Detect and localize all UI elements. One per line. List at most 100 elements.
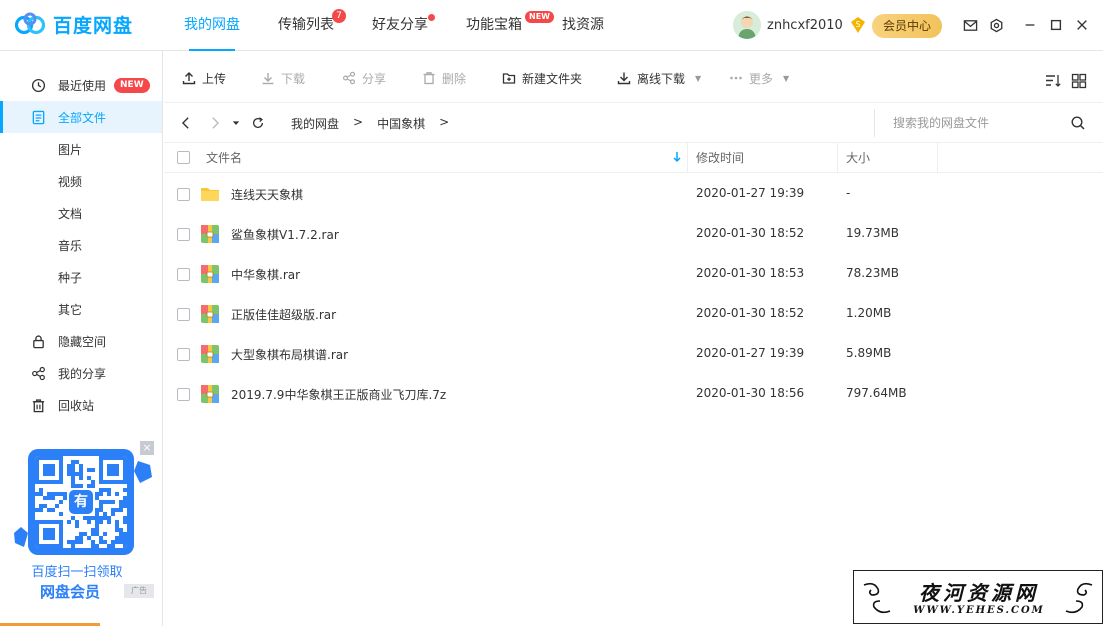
archive-file-icon xyxy=(201,385,219,403)
file-list: 连线天天象棋 2020-01-27 19:39 - 鲨鱼象棋V1.7.2.rar… xyxy=(164,174,1103,414)
sidebar-item-label: 回收站 xyxy=(58,398,95,413)
table-row[interactable]: 鲨鱼象棋V1.7.2.rar 2020-01-30 18:52 19.73MB xyxy=(164,214,1103,254)
new-folder-button[interactable]: 新建文件夹 xyxy=(502,69,582,87)
file-name[interactable]: 正版佳佳超级版.rar xyxy=(231,306,336,323)
grid-view-icon[interactable] xyxy=(1071,73,1087,89)
tab-transfer-list[interactable]: 传输列表 7 xyxy=(262,0,350,51)
tab-label: 传输列表 xyxy=(278,17,334,33)
table-row[interactable]: 2019.7.9中华象棋王正版商业飞刀库.7z 2020-01-30 18:56… xyxy=(164,374,1103,414)
forward-icon[interactable] xyxy=(207,115,223,131)
sort-icon[interactable] xyxy=(1045,73,1061,89)
close-icon[interactable]: × xyxy=(140,441,154,455)
upload-icon xyxy=(182,71,196,85)
gear-icon[interactable] xyxy=(988,17,1004,33)
document-icon xyxy=(30,109,46,125)
sidebar-item-label: 图片 xyxy=(58,142,83,157)
close-icon[interactable] xyxy=(1074,17,1090,33)
file-name[interactable]: 中华象棋.rar xyxy=(231,266,300,283)
file-time: 2020-01-30 18:53 xyxy=(696,266,805,280)
table-row[interactable]: 中华象棋.rar 2020-01-30 18:53 78.23MB xyxy=(164,254,1103,294)
row-checkbox[interactable] xyxy=(177,348,190,361)
table-row[interactable]: 连线天天象棋 2020-01-27 19:39 - xyxy=(164,174,1103,214)
column-header-time[interactable]: 修改时间 xyxy=(696,143,744,173)
table-row[interactable]: 正版佳佳超级版.rar 2020-01-30 18:52 1.20MB xyxy=(164,294,1103,334)
vip-center-button[interactable]: 会员中心 xyxy=(872,14,942,38)
tab-my-disk[interactable]: 我的网盘 xyxy=(168,0,256,51)
download-button[interactable]: 下载 xyxy=(261,69,305,87)
vip-promo-banner[interactable]: × 有 百度扫一扫领取 网盘会员 广告 xyxy=(14,441,154,606)
sidebar-item-documents[interactable]: 文档 xyxy=(0,197,162,229)
trash-icon xyxy=(30,397,46,413)
back-icon[interactable] xyxy=(178,115,194,131)
search-icon[interactable] xyxy=(1070,115,1086,131)
minimize-icon[interactable] xyxy=(1022,17,1038,33)
sidebar-item-my-shares[interactable]: 我的分享 xyxy=(0,357,162,389)
table-row[interactable]: 大型象棋布局棋谱.rar 2020-01-27 19:39 5.89MB xyxy=(164,334,1103,374)
column-divider[interactable] xyxy=(937,143,938,173)
delete-button[interactable]: 删除 xyxy=(422,69,466,87)
more-button[interactable]: 更多 ▼ xyxy=(729,69,789,87)
sidebar-item-music[interactable]: 音乐 xyxy=(0,229,162,261)
sidebar-item-images[interactable]: 图片 xyxy=(0,133,162,165)
history-dropdown-icon[interactable] xyxy=(231,115,241,131)
sidebar-item-videos[interactable]: 视频 xyxy=(0,165,162,197)
trash-icon xyxy=(422,71,436,85)
file-name[interactable]: 连线天天象棋 xyxy=(231,186,303,203)
user-info[interactable]: znhcxf2010 S xyxy=(733,11,867,39)
app-name: 百度网盘 xyxy=(53,14,134,37)
sidebar-item-label: 视频 xyxy=(58,174,83,189)
breadcrumb-item[interactable]: 中国象棋 xyxy=(377,115,425,132)
logo[interactable]: 百度网盘 xyxy=(14,10,133,38)
file-name[interactable]: 鲨鱼象棋V1.7.2.rar xyxy=(231,226,339,243)
avatar[interactable] xyxy=(733,11,761,39)
diamond-level-icon[interactable]: S xyxy=(849,16,867,34)
column-header-size[interactable]: 大小 xyxy=(846,143,870,173)
row-checkbox[interactable] xyxy=(177,268,190,281)
file-name[interactable]: 2019.7.9中华象棋王正版商业飞刀库.7z xyxy=(231,386,446,403)
select-all-checkbox[interactable] xyxy=(177,151,190,164)
breadcrumb-item[interactable]: 我的网盘 xyxy=(291,115,339,132)
decor-cube-icon xyxy=(134,461,152,483)
row-checkbox[interactable] xyxy=(177,388,190,401)
sort-down-arrow-icon[interactable] xyxy=(672,151,682,163)
tab-find-resources[interactable]: 找资源 xyxy=(546,0,620,51)
button-label: 新建文件夹 xyxy=(522,71,583,86)
sidebar-item-recent[interactable]: 最近使用 NEW xyxy=(0,69,162,101)
archive-file-icon xyxy=(201,345,219,363)
sidebar-item-recycle-bin[interactable]: 回收站 xyxy=(0,389,162,421)
column-divider[interactable] xyxy=(837,143,838,173)
row-checkbox[interactable] xyxy=(177,308,190,321)
sidebar-item-torrents[interactable]: 种子 xyxy=(0,261,162,293)
maximize-icon[interactable] xyxy=(1048,17,1064,33)
sidebar: 最近使用 NEW 全部文件 图片 视频 文档 音乐 种子 其它 隐藏空间 我的分… xyxy=(0,51,163,626)
upload-button[interactable]: 上传 xyxy=(182,69,226,87)
button-label: 删除 xyxy=(442,71,467,86)
tab-toolbox[interactable]: 功能宝箱 NEW xyxy=(450,0,554,51)
more-dots-icon xyxy=(729,71,743,85)
baidu-cloud-logo-icon xyxy=(14,12,46,35)
sidebar-item-hidden-space[interactable]: 隐藏空间 xyxy=(0,325,162,357)
mail-icon[interactable] xyxy=(962,17,978,33)
sidebar-item-label: 文档 xyxy=(58,206,83,221)
refresh-icon[interactable] xyxy=(250,115,266,131)
svg-text:S: S xyxy=(855,20,860,29)
column-divider[interactable] xyxy=(687,143,688,173)
sidebar-item-others[interactable]: 其它 xyxy=(0,293,162,325)
table-header: 文件名 修改时间 大小 xyxy=(164,143,1103,173)
breadcrumb: 我的网盘 > 中国象棋 > xyxy=(291,115,463,132)
sidebar-item-label: 最近使用 xyxy=(58,78,107,93)
row-checkbox[interactable] xyxy=(177,188,190,201)
column-header-name[interactable]: 文件名 xyxy=(206,143,242,173)
file-name[interactable]: 大型象棋布局棋谱.rar xyxy=(231,346,348,363)
row-checkbox[interactable] xyxy=(177,228,190,241)
tab-label: 我的网盘 xyxy=(184,17,240,33)
offline-download-button[interactable]: 离线下载 ▼ xyxy=(617,69,701,87)
share-icon xyxy=(342,71,356,85)
sidebar-item-label: 全部文件 xyxy=(58,110,107,125)
tab-label: 好友分享 xyxy=(372,17,428,33)
search-input[interactable] xyxy=(893,113,1053,133)
tab-friend-share[interactable]: 好友分享 xyxy=(356,0,444,51)
archive-file-icon xyxy=(201,265,219,283)
share-button[interactable]: 分享 xyxy=(342,69,386,87)
sidebar-item-all-files[interactable]: 全部文件 xyxy=(0,101,162,133)
